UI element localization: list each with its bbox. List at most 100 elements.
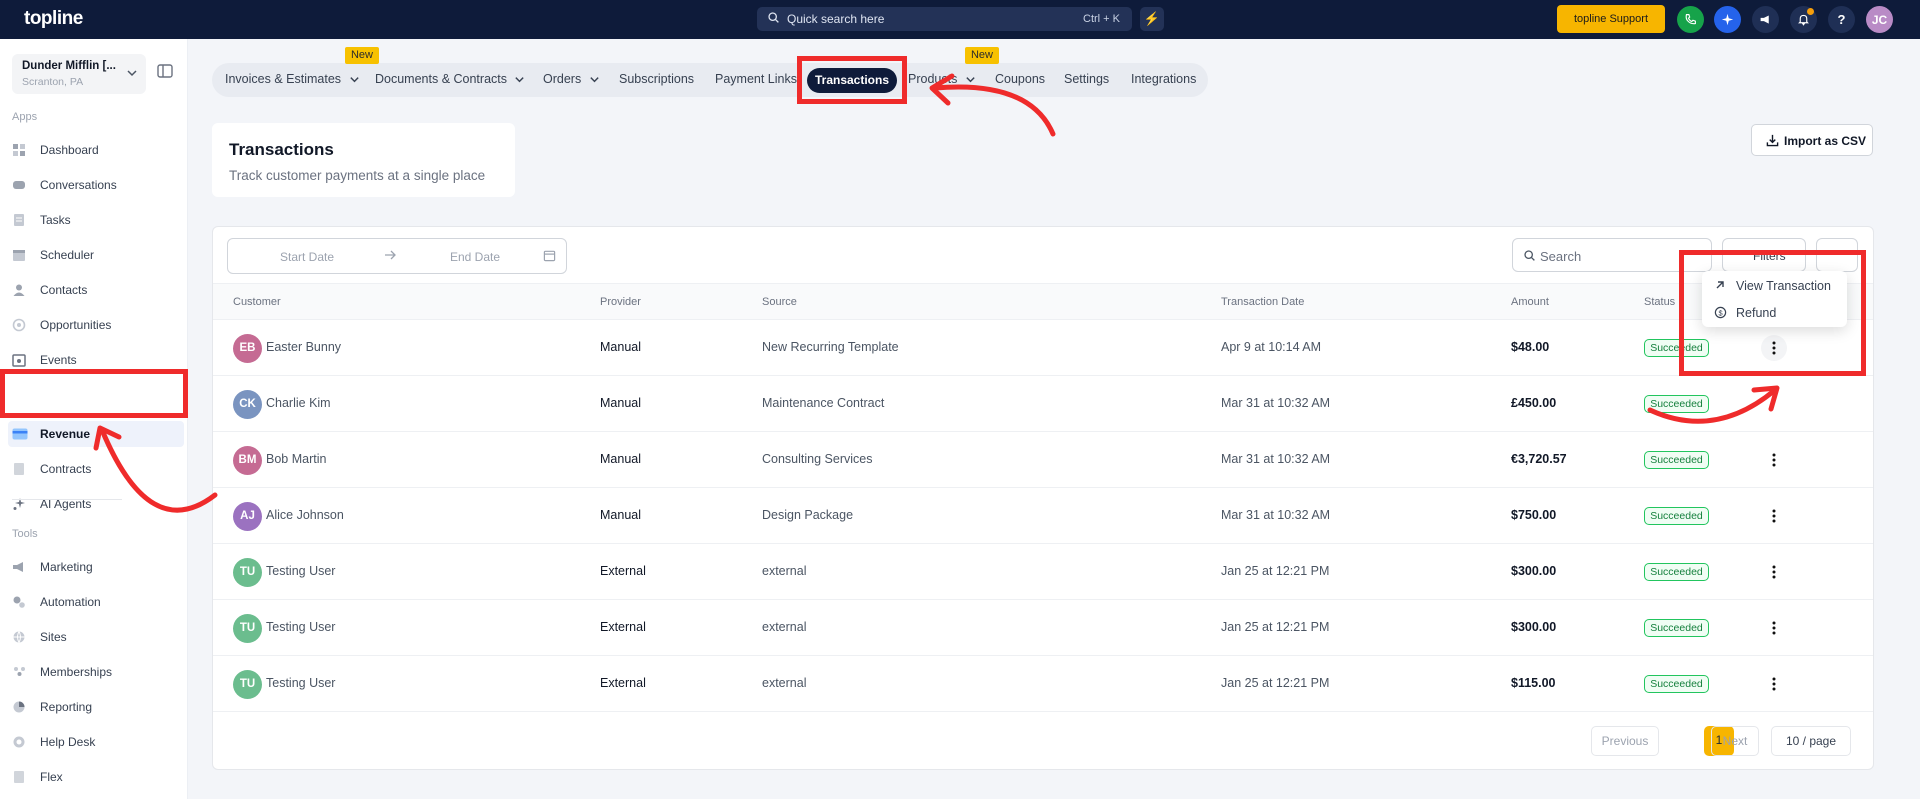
customer-name[interactable]: Charlie Kim xyxy=(266,396,331,410)
sidebar-item-tasks[interactable]: Tasks xyxy=(12,207,176,233)
phone-icon[interactable] xyxy=(1677,6,1704,33)
tab-settings[interactable]: Settings xyxy=(1064,72,1109,86)
amount: $115.00 xyxy=(1511,676,1556,690)
row-actions-button[interactable] xyxy=(1761,671,1787,697)
row-actions-button[interactable] xyxy=(1761,559,1787,585)
row-actions-button[interactable] xyxy=(1761,447,1787,473)
sparkle-icon[interactable] xyxy=(1714,6,1741,33)
sidebar-item-flex[interactable]: Flex xyxy=(12,764,176,790)
tab-label: Integrations xyxy=(1131,72,1197,86)
sidebar-item-automation[interactable]: Automation xyxy=(12,589,176,615)
pagination-next[interactable]: Next xyxy=(1711,726,1759,756)
sidebar: Dunder Mifflin [... Scranton, PA Apps Da… xyxy=(0,39,188,799)
date-range-picker[interactable]: Start Date End Date xyxy=(227,238,567,274)
sidebar-item-opportunities[interactable]: Opportunities xyxy=(12,312,176,338)
sidebar-item-ai-agents[interactable]: AI Agents xyxy=(12,491,176,517)
customer-name[interactable]: Bob Martin xyxy=(266,452,326,466)
page-header-card: Transactions Track customer payments at … xyxy=(212,123,515,197)
status-badge: Succeeded xyxy=(1644,563,1709,581)
row-actions-button[interactable] xyxy=(1761,615,1787,641)
table-row[interactable]: TU Testing User External external Jan 25… xyxy=(213,600,1873,656)
customer-avatar: TU xyxy=(233,614,262,643)
sidebar-item-memberships[interactable]: Memberships xyxy=(12,659,176,685)
provider: External xyxy=(600,620,646,634)
sidebar-item-revenue[interactable]: Revenue xyxy=(8,421,184,447)
customer-name[interactable]: Testing User xyxy=(266,620,335,634)
sidebar-item-reporting[interactable]: Reporting xyxy=(12,694,176,720)
status-badge: Succeeded xyxy=(1644,395,1709,413)
app-logo[interactable]: topline xyxy=(24,8,83,30)
sidebar-item-contracts[interactable]: Contracts xyxy=(12,456,176,482)
sidebar-item-scheduler[interactable]: Scheduler xyxy=(12,242,176,268)
tab-payment-links[interactable]: Payment Links xyxy=(715,72,797,86)
lightning-icon[interactable]: ⚡ xyxy=(1140,7,1164,31)
start-date-placeholder: Start Date xyxy=(280,250,335,264)
tab-documents-contracts[interactable]: Documents & Contracts xyxy=(375,72,525,86)
tab-label: Documents & Contracts xyxy=(375,72,507,86)
pagination-previous[interactable]: Previous xyxy=(1591,726,1659,756)
arrow-right-icon xyxy=(385,250,396,260)
column-header-status[interactable]: Status xyxy=(1644,296,1675,308)
dashboard-icon xyxy=(12,143,32,157)
customer-name[interactable]: Testing User xyxy=(266,676,335,690)
page-subtitle: Track customer payments at a single plac… xyxy=(229,168,486,183)
location-name: Dunder Mifflin [... xyxy=(22,60,116,72)
sidebar-item-dashboard[interactable]: Dashboard xyxy=(12,137,176,163)
customer-name[interactable]: Alice Johnson xyxy=(266,508,344,522)
support-button[interactable]: topline Support xyxy=(1557,5,1665,33)
status-badge: Succeeded xyxy=(1644,451,1709,469)
column-header-source[interactable]: Source xyxy=(762,296,797,308)
import-csv-button[interactable]: Import as CSV xyxy=(1751,124,1873,156)
flex-icon xyxy=(12,770,32,784)
source: external xyxy=(762,620,807,634)
kebab-menu-icon xyxy=(1772,509,1776,523)
sidebar-item-help-desk[interactable]: Help Desk xyxy=(12,729,176,755)
location-switcher[interactable]: Dunder Mifflin [... Scranton, PA xyxy=(12,54,146,94)
sidebar-item-label: Events xyxy=(40,353,77,367)
table-row[interactable]: EB Easter Bunny Manual New Recurring Tem… xyxy=(213,320,1873,376)
help-icon[interactable]: ? xyxy=(1828,6,1855,33)
sidebar-item-label: Automation xyxy=(40,595,101,609)
quick-search[interactable]: Quick search here Ctrl + K xyxy=(757,7,1132,31)
provider: External xyxy=(600,564,646,578)
page-size-select[interactable]: 10 / page xyxy=(1771,726,1851,756)
quick-search-placeholder: Quick search here xyxy=(787,12,885,26)
transaction-date: Mar 31 at 10:32 AM xyxy=(1221,508,1331,522)
column-header-customer[interactable]: Customer xyxy=(233,296,281,308)
megaphone-icon[interactable] xyxy=(1752,6,1779,33)
amount: $48.00 xyxy=(1511,340,1550,354)
sidebar-item-sites[interactable]: Sites xyxy=(12,624,176,650)
search-icon xyxy=(1524,250,1535,261)
sidebar-item-contacts[interactable]: Contacts xyxy=(12,277,176,303)
row-actions-button[interactable] xyxy=(1761,503,1787,529)
sidebar-item-conversations[interactable]: Conversations xyxy=(12,172,176,198)
tab-subscriptions[interactable]: Subscriptions xyxy=(619,72,694,86)
customer-name[interactable]: Easter Bunny xyxy=(266,340,341,354)
chevron-down-icon xyxy=(966,77,975,83)
column-header-transaction-date[interactable]: Transaction Date xyxy=(1221,296,1304,308)
transaction-date: Apr 9 at 10:14 AM xyxy=(1221,340,1322,354)
table-row[interactable]: BM Bob Martin Manual Consulting Services… xyxy=(213,432,1873,488)
table-row[interactable]: TU Testing User External external Jan 25… xyxy=(213,656,1873,712)
tab-orders[interactable]: Orders xyxy=(543,72,600,86)
sidebar-item-marketing[interactable]: Marketing xyxy=(12,554,176,580)
column-header-provider[interactable]: Provider xyxy=(600,296,641,308)
transaction-date: Mar 31 at 10:32 AM xyxy=(1221,452,1331,466)
tab-integrations[interactable]: Integrations xyxy=(1131,72,1196,86)
column-header-amount[interactable]: Amount xyxy=(1511,296,1549,308)
tab-coupons[interactable]: Coupons xyxy=(995,72,1045,86)
tab-products[interactable]: Products xyxy=(908,72,976,86)
table-row[interactable]: TU Testing User External external Jan 25… xyxy=(213,544,1873,600)
customer-avatar: TU xyxy=(233,670,262,699)
table-row[interactable]: AJ Alice Johnson Manual Design Package M… xyxy=(213,488,1873,544)
sidebar-item-label: Reporting xyxy=(40,700,93,714)
sidebar-collapse-icon[interactable] xyxy=(157,64,173,78)
tab-invoices-estimates[interactable]: Invoices & Estimates xyxy=(225,72,360,86)
new-badge: New xyxy=(965,47,999,64)
annotation-box-transactions xyxy=(797,56,907,104)
location-address: Scranton, PA xyxy=(22,76,84,88)
customer-name[interactable]: Testing User xyxy=(266,564,335,578)
user-avatar[interactable]: JC xyxy=(1866,6,1893,33)
chevron-down-icon xyxy=(349,77,359,83)
table-row[interactable]: CK Charlie Kim Manual Maintenance Contra… xyxy=(213,376,1873,432)
